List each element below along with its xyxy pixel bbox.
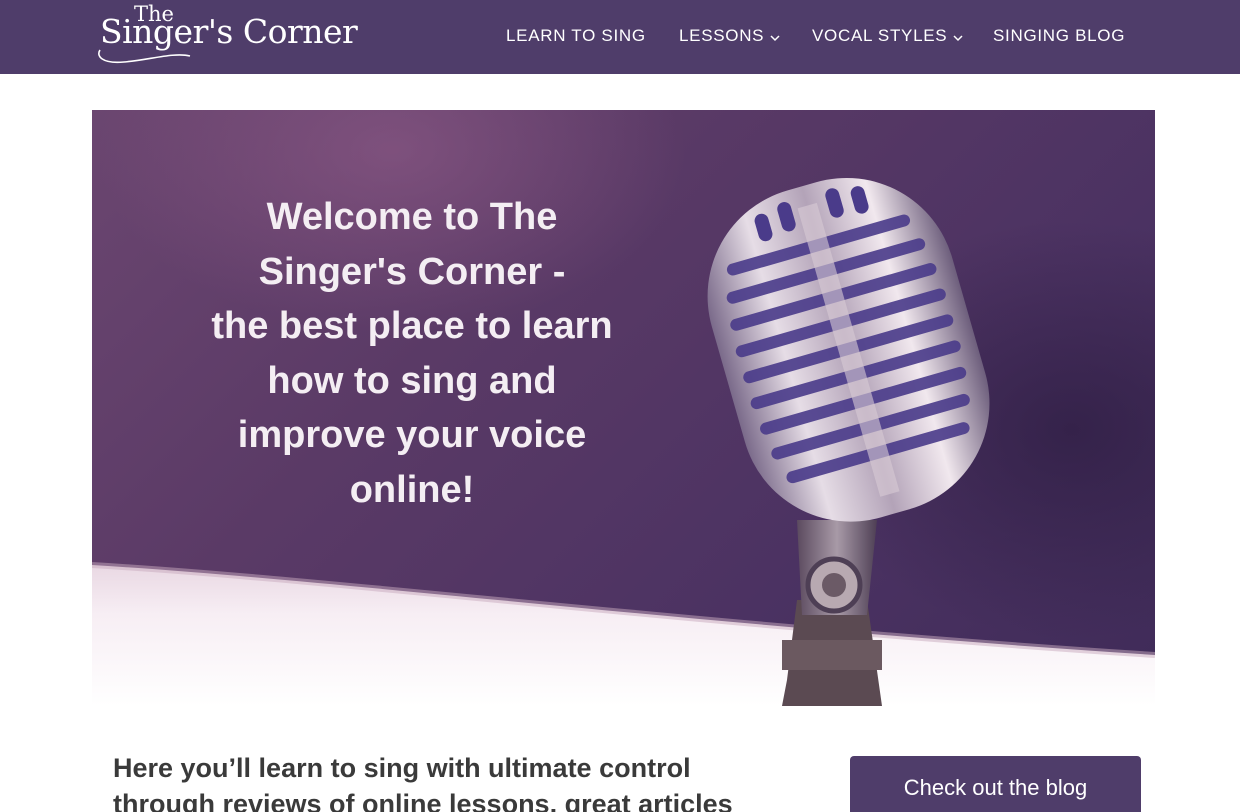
logo-swash-icon <box>98 49 191 64</box>
hero-heading-line: Singer's Corner - <box>258 250 566 293</box>
nav-item-label: SINGING BLOG <box>993 26 1126 45</box>
nav-item-learn-to-sing[interactable]: LEARN TO SING <box>506 24 646 48</box>
hero-banner: Welcome to The Singer's Corner - the bes… <box>92 110 1155 706</box>
hero-heading-line: online! <box>349 468 475 511</box>
hero-heading-line: how to sing and <box>267 359 557 402</box>
check-out-blog-button[interactable]: Check out the blog <box>850 756 1141 812</box>
chevron-down-icon <box>953 25 963 49</box>
site-header: The Singer's Corner LEARN TO SING LESSON… <box>0 0 1240 74</box>
nav-item-label: VOCAL STYLES <box>812 26 948 45</box>
chevron-down-icon <box>770 25 780 49</box>
nav-item-lessons[interactable]: LESSONS <box>679 24 780 48</box>
hero-heading: Welcome to The Singer's Corner - the bes… <box>182 190 642 517</box>
hero-heading-line: Welcome to The <box>266 196 558 238</box>
hero-heading-line: improve your voice <box>237 414 587 456</box>
hero-heading-line: the best place to learn <box>211 305 613 347</box>
microphone-icon <box>707 177 990 706</box>
nav-item-singing-blog[interactable]: SINGING BLOG <box>993 24 1125 48</box>
intro-paragraph: Here you’ll learn to sing with ultimate … <box>113 753 733 812</box>
nav-item-vocal-styles[interactable]: VOCAL STYLES <box>812 24 963 48</box>
cta-label: Check out the blog <box>903 775 1088 800</box>
nav-item-label: LEARN TO SING <box>506 26 646 45</box>
site-logo[interactable]: The Singer's Corner <box>94 2 358 68</box>
nav-item-label: LESSONS <box>679 26 765 45</box>
